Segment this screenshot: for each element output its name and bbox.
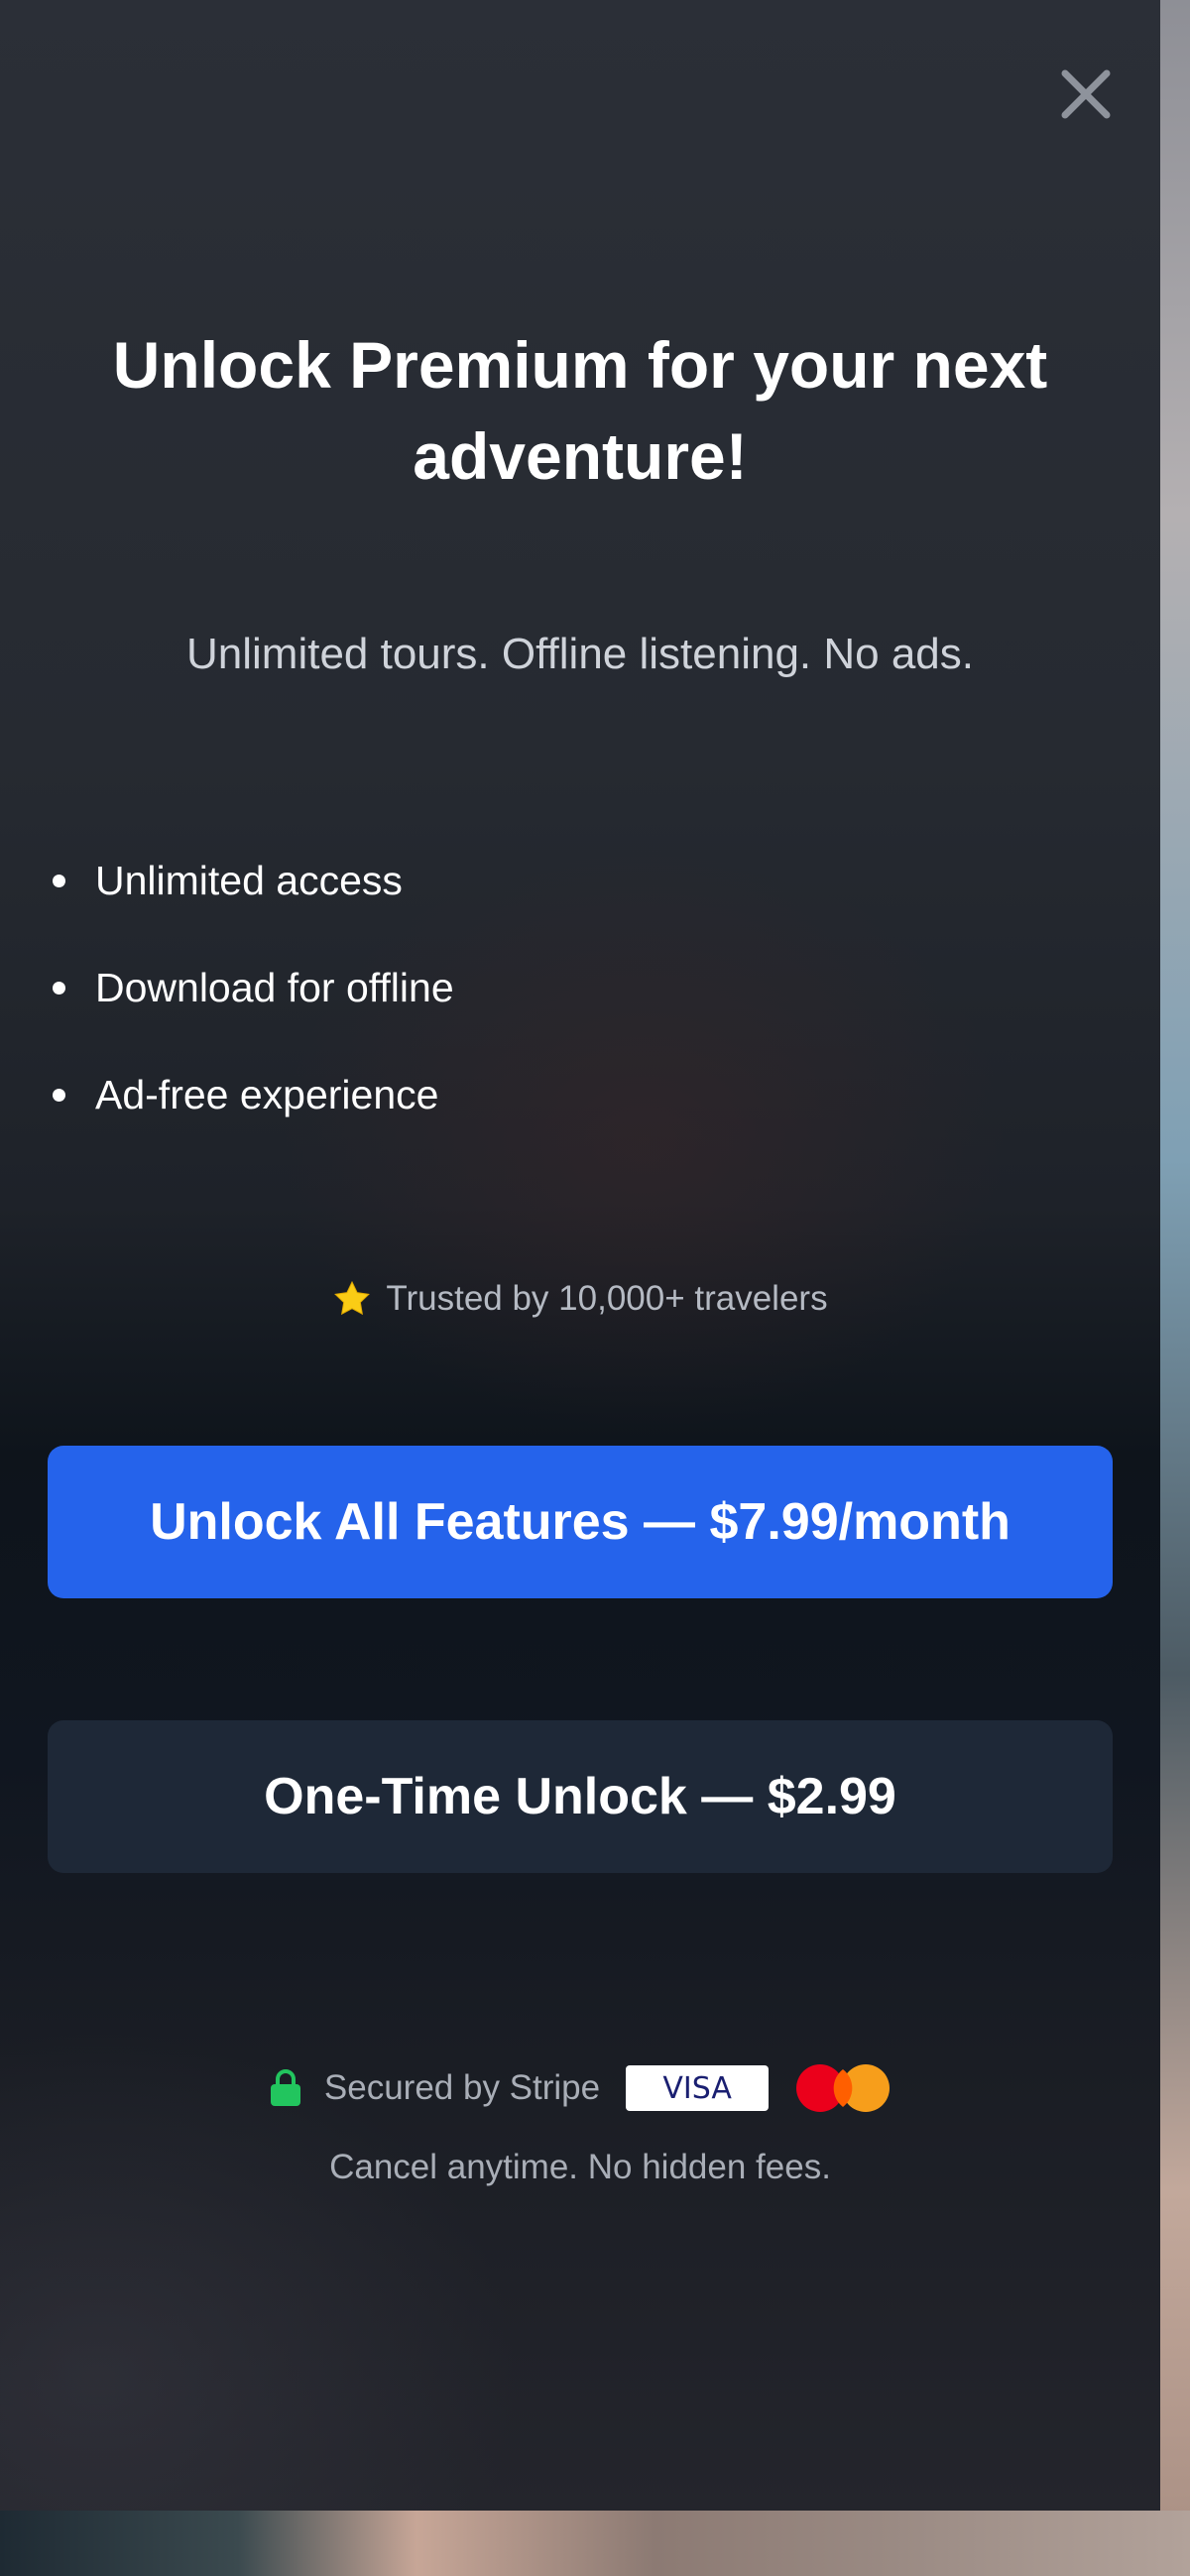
feature-label: Ad-free experience: [95, 1072, 439, 1117]
cancel-anytime-text: Cancel anytime. No hidden fees.: [329, 2148, 831, 2186]
paywall-subtitle: Unlimited tours. Offline listening. No a…: [186, 630, 974, 678]
lock-icon: [270, 2069, 300, 2106]
feature-item: Ad-free experience: [0, 1063, 1160, 1170]
premium-paywall-sheet: Unlock Premium for your next adventure! …: [0, 0, 1160, 2511]
bullet-icon: [53, 1089, 65, 1102]
bullet-icon: [53, 875, 65, 887]
one-time-unlock-button[interactable]: One-Time Unlock — $2.99: [48, 1720, 1113, 1873]
visa-logo: VISA: [626, 2065, 770, 2111]
star-icon: [334, 1280, 371, 1316]
feature-label: Unlimited access: [95, 858, 403, 903]
visa-label: VISA: [662, 2070, 732, 2106]
secured-by-stripe-text: Secured by Stripe: [323, 2068, 601, 2107]
bullet-icon: [53, 982, 65, 995]
feature-label: Download for offline: [95, 965, 454, 1010]
payment-security-row: Secured by Stripe VISA: [0, 2062, 1160, 2114]
mastercard-logo: [796, 2064, 891, 2112]
close-icon: [1061, 69, 1111, 119]
feature-list: Unlimited access Download for offline Ad…: [0, 849, 1160, 1170]
close-button[interactable]: [1051, 59, 1121, 129]
app-viewport: Unlock Premium for your next adventure! …: [0, 0, 1190, 2576]
background-app-edge: [1160, 0, 1190, 2576]
feature-item: Download for offline: [0, 956, 1160, 1063]
feature-item: Unlimited access: [0, 849, 1160, 956]
paywall-title: Unlock Premium for your next adventure!: [112, 328, 1048, 493]
background-app-bottom: [0, 2511, 1190, 2576]
trust-badge: Trusted by 10,000+ travelers: [0, 1279, 1160, 1319]
subscribe-monthly-button[interactable]: Unlock All Features — $7.99/month: [48, 1446, 1113, 1598]
trust-text: Trusted by 10,000+ travelers: [386, 1279, 828, 1318]
